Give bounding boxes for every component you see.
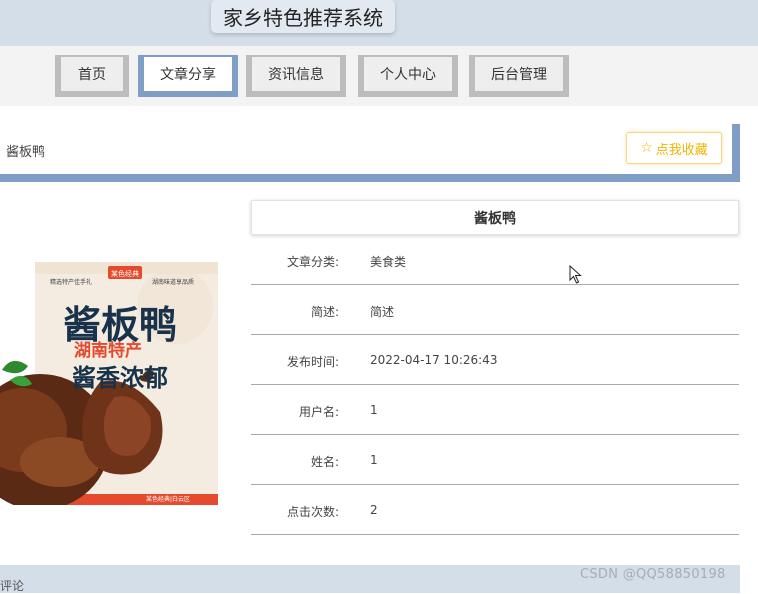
watermark: CSDN @QQ58850198 xyxy=(580,567,726,582)
tag-right-text: 湖南味道享品质 xyxy=(152,278,194,286)
brand-badge-text: 某色经典 xyxy=(111,269,139,278)
star-outline-icon: ☆ xyxy=(640,140,653,156)
site-title: 家乡特色推荐系统 xyxy=(211,0,395,33)
breadcrumb: 酱板鸭 xyxy=(6,145,46,160)
tag-left-text: 精选特产佳手礼 xyxy=(50,278,92,286)
field-label: 点击次数: xyxy=(286,505,339,519)
detail-row-name: 姓名: 1 xyxy=(251,435,739,485)
detail-row-summary: 简述: 简述 xyxy=(251,285,739,335)
favorite-button[interactable]: ☆ 点我收藏 xyxy=(626,132,722,164)
field-value: 1 xyxy=(370,453,378,467)
subline-text: 湖南特产 xyxy=(74,340,142,361)
tagline-text: 酱香浓郁 xyxy=(72,364,168,392)
field-label: 姓名: xyxy=(310,455,339,469)
field-label: 发布时间: xyxy=(286,355,339,369)
field-label: 用户名: xyxy=(298,405,339,419)
svg-text:某色经典|白云区: 某色经典|白云区 xyxy=(146,495,190,503)
field-value: 1 xyxy=(370,403,378,417)
field-label: 简述: xyxy=(310,305,339,319)
mouse-cursor-icon xyxy=(569,265,582,284)
field-label: 文章分类: xyxy=(286,255,339,269)
main-nav: 首页 文章分享 资讯信息 个人中心 后台管理 xyxy=(0,46,758,106)
favorite-button-label: 点我收藏 xyxy=(655,142,708,158)
nav-item-admin[interactable]: 后台管理 xyxy=(469,55,569,97)
nav-item-news[interactable]: 资讯信息 xyxy=(246,55,346,97)
nav-item-article-share[interactable]: 文章分享 xyxy=(138,55,238,97)
product-photo: 某色经典 精选特产佳手礼 湖南味道享品质 酱板鸭 湖南特产 酱香浓郁 某色经典|… xyxy=(0,262,218,505)
detail-title: 酱板鸭 xyxy=(251,200,739,235)
detail-row-username: 用户名: 1 xyxy=(251,385,739,435)
detail-row-click-count: 点击次数: 2 xyxy=(251,485,739,535)
product-image: 某色经典 精选特产佳手礼 湖南味道享品质 酱板鸭 湖南特产 酱香浓郁 某色经典|… xyxy=(0,262,218,505)
detail-row-publish-time: 发布时间: 2022-04-17 10:26:43 xyxy=(251,335,739,385)
nav-item-home[interactable]: 首页 xyxy=(55,55,129,97)
field-value: 2 xyxy=(370,503,378,517)
comments-label: 评论 xyxy=(0,579,25,593)
field-value: 简述 xyxy=(370,305,395,319)
nav-item-personal-center[interactable]: 个人中心 xyxy=(358,55,458,97)
field-value: 美食类 xyxy=(370,255,407,269)
field-value: 2022-04-17 10:26:43 xyxy=(370,353,498,367)
detail-row-category: 文章分类: 美食类 xyxy=(251,235,739,285)
